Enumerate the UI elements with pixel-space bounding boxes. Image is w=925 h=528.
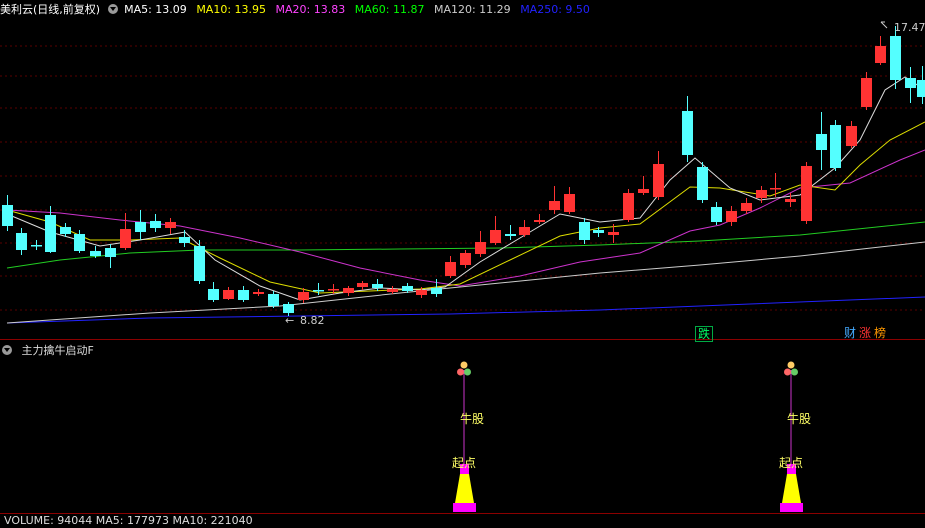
candle bbox=[917, 66, 925, 104]
candle bbox=[861, 72, 872, 110]
candle bbox=[638, 176, 649, 195]
tag-rise[interactable]: 涨 bbox=[857, 326, 873, 340]
candle bbox=[135, 210, 146, 240]
candle bbox=[711, 202, 722, 225]
candle bbox=[505, 225, 516, 240]
candle bbox=[357, 281, 368, 290]
buy-signal-marker: 牛股起点 bbox=[452, 361, 484, 512]
candle bbox=[549, 186, 560, 214]
candle bbox=[387, 286, 398, 294]
signal-top-label: 牛股 bbox=[787, 411, 811, 426]
low-marker: ← 8.82 bbox=[285, 314, 325, 327]
candle bbox=[253, 289, 264, 296]
tag-finance[interactable]: 财 bbox=[842, 326, 858, 340]
candle bbox=[150, 214, 161, 232]
candle bbox=[31, 240, 42, 250]
candle bbox=[534, 214, 545, 224]
grid-lines bbox=[0, 45, 925, 311]
low-price-label: 8.82 bbox=[300, 314, 325, 327]
signal-bottom-label: 起点 bbox=[779, 456, 803, 470]
high-price-label: 17.47 bbox=[894, 21, 925, 34]
candles bbox=[2, 26, 925, 316]
candle bbox=[875, 36, 886, 65]
candle bbox=[445, 256, 456, 278]
candle bbox=[682, 96, 693, 162]
candle bbox=[653, 151, 664, 200]
svg-text:←: ← bbox=[285, 314, 294, 327]
candle bbox=[2, 195, 13, 231]
candle bbox=[726, 206, 737, 226]
signal-bottom-label: 起点 bbox=[452, 456, 476, 470]
candle bbox=[16, 228, 27, 255]
candle bbox=[268, 291, 279, 308]
candle bbox=[564, 187, 575, 214]
candle bbox=[343, 286, 354, 296]
volume-footer: VOLUME: 94044 MA5: 177973 MA10: 221040 bbox=[4, 514, 259, 528]
candle bbox=[756, 186, 767, 203]
candle bbox=[579, 218, 590, 244]
candlestick-chart[interactable]: 17.47 ← 8.82 bbox=[0, 0, 925, 340]
signal-top-label: 牛股 bbox=[460, 411, 484, 426]
candle bbox=[120, 213, 131, 250]
candle bbox=[238, 286, 249, 302]
candle bbox=[460, 250, 471, 268]
candle bbox=[816, 112, 827, 170]
candle bbox=[208, 282, 219, 302]
tag-rank[interactable]: 榜 bbox=[872, 326, 888, 340]
candle bbox=[593, 227, 604, 237]
candle bbox=[770, 173, 781, 197]
candle bbox=[905, 67, 916, 103]
candle bbox=[890, 26, 901, 89]
candle bbox=[165, 218, 176, 234]
candle bbox=[697, 162, 708, 203]
candle bbox=[801, 162, 812, 224]
indicator-panel: 牛股起点牛股起点 bbox=[0, 361, 925, 514]
candle bbox=[105, 244, 116, 268]
candle bbox=[475, 231, 486, 257]
candle bbox=[623, 189, 634, 222]
candle bbox=[519, 220, 530, 237]
candle bbox=[223, 287, 234, 300]
candle bbox=[490, 216, 501, 245]
high-marker: 17.47 bbox=[880, 21, 925, 34]
candle bbox=[830, 120, 841, 171]
candle bbox=[194, 240, 205, 284]
candle bbox=[846, 121, 857, 148]
buy-signal-marker: 牛股起点 bbox=[779, 361, 811, 512]
